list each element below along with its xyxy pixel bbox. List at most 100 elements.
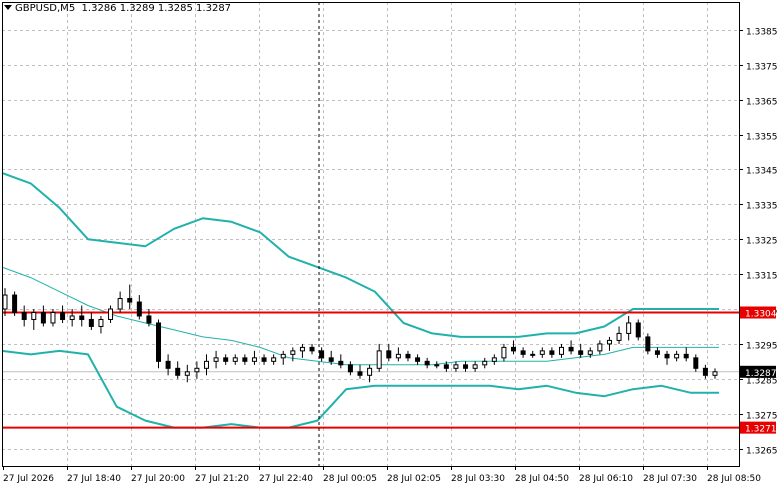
candle-body: [405, 353, 411, 359]
ohlc-readout: 1.3286 1.3289 1.3285 1.3287: [81, 3, 232, 14]
y-tick-label: 1.3385: [746, 28, 778, 38]
candle-body: [127, 298, 133, 303]
candle-body: [443, 364, 449, 369]
candle-body: [271, 357, 277, 362]
x-tick-label: 27 Jul 2026: [3, 474, 54, 484]
candle-body: [98, 318, 104, 327]
y-tick-label: 1.3265: [746, 447, 778, 457]
candle-body: [184, 371, 190, 376]
bollinger-lower-band: [1, 349, 719, 429]
candle-body: [501, 346, 507, 359]
x-tick-label: 28 Jul 00:05: [323, 474, 377, 484]
candle-body: [616, 332, 622, 341]
grid: [2, 2, 739, 466]
candle-body: [482, 360, 488, 366]
candle-body: [309, 346, 315, 352]
candle-body: [165, 360, 171, 369]
candle-body: [2, 294, 8, 310]
price-axis-labels: 1.3385 1.3375 1.3365 1.3355 1.3345 1.3335 1.33…: [746, 28, 778, 457]
y-tick-label: 1.3345: [746, 167, 778, 177]
candle-body: [568, 346, 574, 352]
candle-body: [463, 364, 469, 369]
candle-body: [223, 357, 229, 362]
candle-body: [213, 357, 219, 362]
y-tick-label: 1.3315: [746, 272, 778, 282]
candle-body: [50, 311, 56, 324]
candle-body: [136, 301, 142, 317]
candle-body: [60, 311, 66, 320]
price-chart[interactable]: 1.3385 1.3375 1.3365 1.3355 1.3345 1.3335 1.33…: [0, 0, 781, 489]
chart-window[interactable]: 1.3385 1.3375 1.3365 1.3355 1.3345 1.3335 1.33…: [0, 0, 781, 489]
candle-body: [319, 350, 325, 359]
x-tick-label: 28 Jul 04:50: [515, 474, 569, 484]
x-tick-label: 28 Jul 07:30: [643, 474, 697, 484]
time-axis-labels: 27 Jul 2026 27 Jul 18:40 27 Jul 20:00 27 Ju…: [3, 474, 761, 484]
candle-body: [558, 346, 564, 355]
candle-body: [415, 357, 421, 362]
candle-body: [376, 350, 382, 369]
dropdown-triangle-icon[interactable]: [4, 5, 12, 10]
candles: [2, 284, 718, 383]
candle-body: [693, 357, 699, 369]
candle-body: [175, 367, 181, 376]
x-tick-label: 28 Jul 06:10: [579, 474, 633, 484]
candle-body: [664, 353, 670, 359]
x-tick-label: 27 Jul 22:40: [259, 474, 313, 484]
y-tick-label: 1.3295: [746, 342, 778, 352]
candle-body: [491, 357, 497, 362]
candle-body: [587, 350, 593, 355]
candle-body: [597, 343, 603, 352]
candle-body: [549, 350, 555, 355]
candle-body: [261, 357, 267, 362]
candle-body: [674, 353, 680, 359]
y-tick-label: 1.3335: [746, 202, 778, 212]
x-tick-label: 28 Jul 03:30: [451, 474, 505, 484]
candle-body: [12, 294, 18, 313]
candle-body: [395, 353, 401, 359]
candle-body: [683, 353, 689, 359]
y-tick-label: 1.3275: [746, 412, 778, 422]
candle-body: [453, 364, 459, 369]
candle-body: [367, 367, 373, 376]
candle-body: [434, 364, 440, 367]
candle-body: [424, 360, 430, 366]
plot-frame: [2, 2, 740, 467]
candle-body: [606, 339, 612, 345]
candle-body: [626, 322, 632, 334]
candle-body: [251, 357, 257, 362]
candle-body: [69, 315, 75, 320]
candle-body: [31, 311, 37, 320]
symbol-label: GBPUSD,M5: [15, 3, 76, 14]
x-tick-label: 27 Jul 20:00: [131, 474, 185, 484]
candle-body: [712, 371, 718, 376]
bollinger-bands: [1, 171, 719, 429]
candle-body: [21, 311, 27, 320]
candle-body: [472, 364, 478, 369]
candle-body: [117, 298, 123, 310]
price-level-tag-label: 1.3271: [745, 425, 777, 435]
candle-body: [146, 315, 152, 324]
candle-body: [242, 357, 248, 362]
candle-body: [539, 350, 545, 355]
candle-body: [280, 353, 286, 359]
price-level-tag-label: 1.3304: [745, 309, 777, 319]
candle-body: [338, 360, 344, 366]
x-tick-label: 27 Jul 21:20: [195, 474, 249, 484]
candle-body: [645, 336, 651, 352]
current-price-tag-label: 1.3287: [745, 369, 777, 379]
y-tick-label: 1.3355: [746, 133, 778, 143]
candle-body: [578, 350, 584, 355]
candle-body: [328, 357, 334, 362]
candle-body: [194, 367, 200, 373]
candle-body: [702, 367, 708, 376]
candle-body: [520, 350, 526, 355]
y-tick-label: 1.3325: [746, 237, 778, 247]
x-tick-label: 27 Jul 18:40: [67, 474, 121, 484]
candle-body: [357, 371, 363, 376]
y-tick-label: 1.3365: [746, 98, 778, 108]
candle-body: [79, 315, 85, 320]
candle-body: [635, 322, 641, 338]
candle-body: [88, 318, 94, 327]
chart-header: GBPUSD,M5 1.3286 1.3289 1.3285 1.3287: [4, 3, 231, 14]
candle-body: [203, 360, 209, 369]
